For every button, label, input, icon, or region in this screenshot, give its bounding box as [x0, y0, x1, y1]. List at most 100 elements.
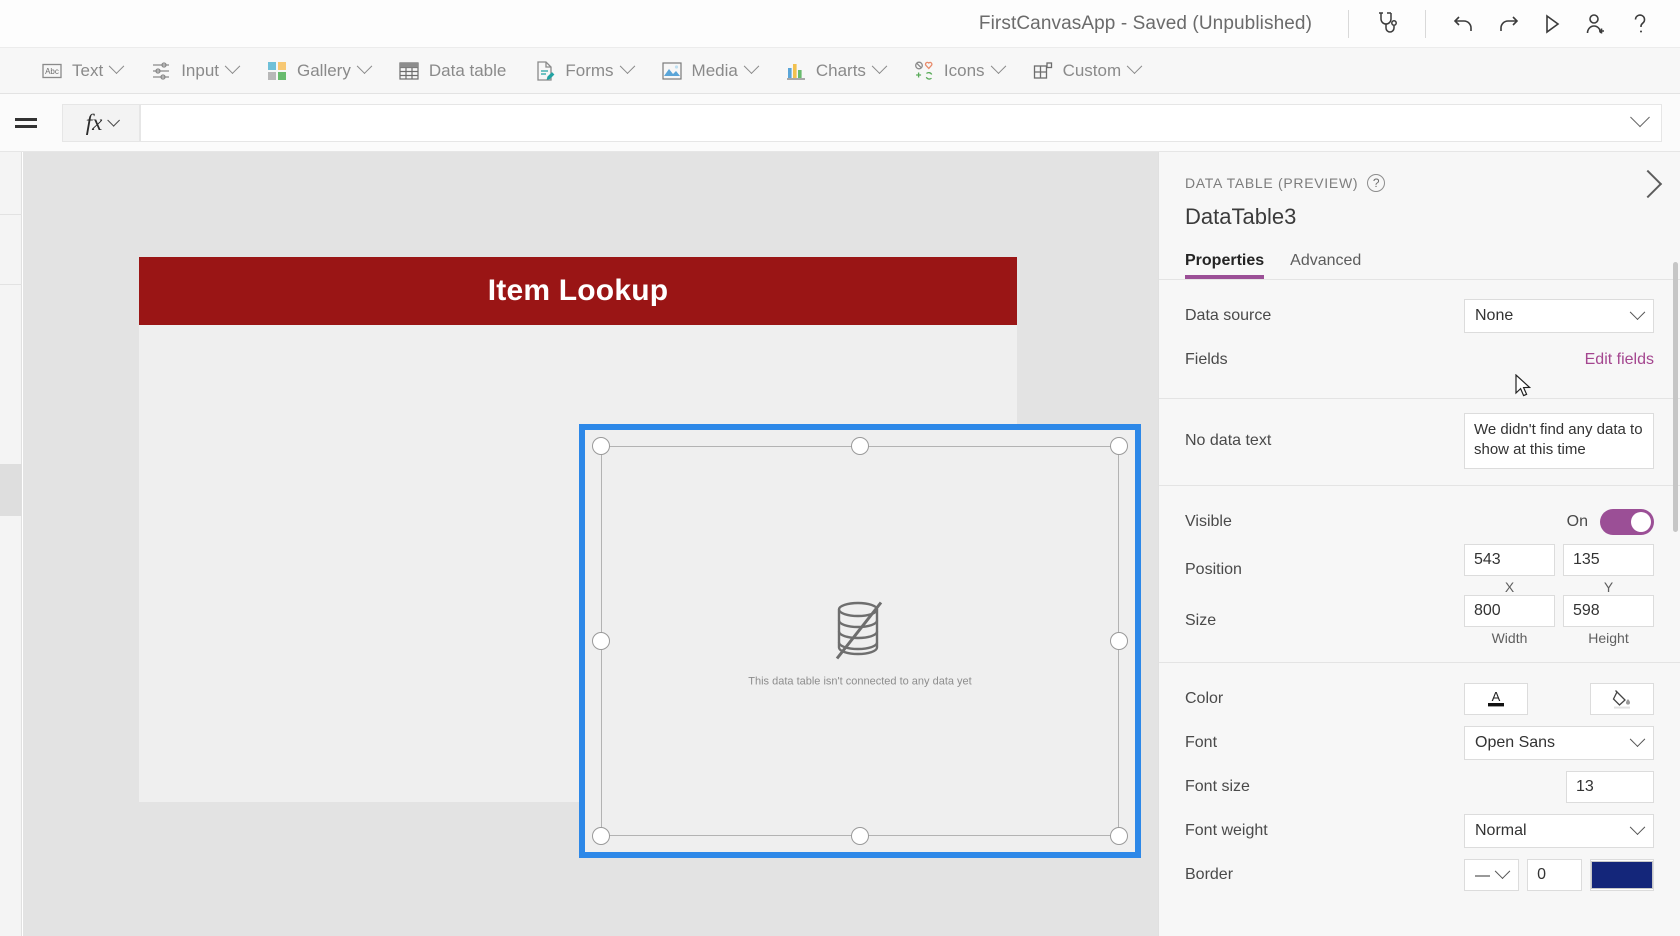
toolbar-item-forms[interactable]: Forms	[523, 52, 643, 90]
screen-header-banner[interactable]: Item Lookup	[139, 257, 1017, 325]
chevron-down-icon	[1629, 730, 1646, 747]
no-data-text-input[interactable]: We didn't find any data to show at this …	[1464, 413, 1654, 469]
position-y-input[interactable]: 135	[1563, 544, 1654, 576]
row-fields: Fields Edit fields	[1185, 338, 1654, 382]
position-x-input[interactable]: 543	[1464, 544, 1555, 576]
no-data-text-label: No data text	[1185, 432, 1272, 449]
help-question-icon[interactable]: ?	[1367, 174, 1386, 192]
border-style-select[interactable]: —	[1464, 859, 1520, 891]
visible-toggle[interactable]	[1600, 509, 1654, 535]
row-font-size: Font size 13	[1185, 765, 1654, 809]
border-color-button[interactable]	[1590, 859, 1654, 891]
tree-view-strip[interactable]	[0, 152, 22, 936]
insert-toolbar: Abc Text Input Gallery Data table Forms …	[0, 47, 1680, 94]
tab-properties[interactable]: Properties	[1185, 252, 1265, 279]
panel-header: DATA TABLE (PREVIEW) ? DataTable3	[1159, 152, 1680, 230]
mouse-cursor	[1515, 374, 1532, 397]
row-size: Size 800 598 Width Height	[1185, 595, 1654, 646]
redo-icon[interactable]	[1486, 4, 1530, 44]
tree-selected-item[interactable]	[0, 464, 22, 516]
edit-fields-link[interactable]: Edit fields	[1585, 351, 1654, 368]
resize-handle-w[interactable]	[592, 632, 610, 650]
fill-bucket-icon	[1612, 690, 1630, 709]
app-canvas[interactable]: Item Lookup This data table isn't connec…	[23, 152, 1158, 936]
app-screen[interactable]: Item Lookup This data table isn't connec…	[139, 257, 1141, 858]
input-sliders-icon	[150, 60, 172, 82]
datatable-selection-frame[interactable]: This data table isn't connected to any d…	[579, 424, 1141, 858]
tab-advanced[interactable]: Advanced	[1290, 252, 1361, 279]
size-height-sublabel: Height	[1588, 630, 1629, 646]
undo-icon[interactable]	[1442, 4, 1486, 44]
datatable-control[interactable]: This data table isn't connected to any d…	[601, 446, 1119, 836]
share-person-icon[interactable]	[1574, 4, 1618, 44]
font-label: Font	[1185, 734, 1218, 751]
chevron-down-icon	[1494, 862, 1511, 879]
preview-play-icon[interactable]	[1530, 4, 1574, 44]
data-source-label: Data source	[1185, 307, 1272, 324]
chevron-down-icon	[107, 114, 121, 127]
toolbar-item-charts[interactable]: Charts	[774, 52, 896, 90]
toolbar-item-gallery[interactable]: Gallery	[255, 52, 381, 90]
panel-kicker: DATA TABLE (PREVIEW) ?	[1185, 174, 1654, 192]
toolbar-item-data-table[interactable]: Data table	[387, 52, 518, 90]
fill-color-button[interactable]	[1590, 683, 1654, 715]
formula-input[interactable]	[140, 103, 1662, 142]
font-value: Open Sans	[1475, 734, 1556, 751]
size-label: Size	[1185, 611, 1217, 629]
toolbar-label: Data table	[428, 60, 507, 80]
divider	[1425, 9, 1426, 38]
toolbar-item-media[interactable]: Media	[650, 52, 768, 90]
row-color: Color A	[1185, 677, 1654, 721]
chevron-down-icon	[1126, 58, 1143, 75]
border-style-value: —	[1475, 866, 1490, 884]
panel-scrollbar[interactable]	[1673, 262, 1678, 532]
properties-panel: DATA TABLE (PREVIEW) ? DataTable3 Proper…	[1158, 152, 1680, 936]
size-height-input[interactable]: 598	[1563, 595, 1654, 627]
app-checker-icon[interactable]	[1365, 4, 1409, 44]
border-thickness-input[interactable]: 0	[1527, 859, 1582, 891]
formula-bar: fx	[0, 94, 1680, 152]
font-select[interactable]: Open Sans	[1464, 726, 1654, 760]
resize-handle-e[interactable]	[1110, 632, 1128, 650]
resize-handle-ne[interactable]	[1110, 437, 1128, 455]
fields-label: Fields	[1185, 351, 1228, 368]
panel-tabs: Properties Advanced	[1159, 252, 1680, 279]
row-data-source: Data source None	[1185, 294, 1654, 338]
chevron-down-icon	[743, 58, 760, 75]
resize-handle-s[interactable]	[851, 827, 869, 845]
toggle-knob	[1631, 512, 1651, 532]
custom-blocks-icon	[1032, 60, 1054, 82]
chevron-down-icon	[619, 58, 635, 75]
visible-label: Visible	[1185, 513, 1232, 530]
formula-function-button[interactable]: fx	[62, 103, 140, 142]
resize-handle-se[interactable]	[1110, 827, 1128, 845]
font-weight-value: Normal	[1475, 822, 1527, 839]
data-source-select[interactable]: None	[1464, 299, 1654, 333]
color-label: Color	[1185, 690, 1224, 707]
fx-label: fx	[85, 109, 103, 135]
chevron-down-icon	[224, 58, 241, 75]
help-question-icon[interactable]	[1618, 4, 1662, 44]
chevron-down-icon[interactable]	[1630, 106, 1650, 127]
border-label: Border	[1185, 866, 1234, 883]
row-font-weight: Font weight Normal	[1185, 809, 1654, 853]
text-color-button[interactable]: A	[1464, 683, 1528, 715]
toolbar-item-text[interactable]: Abc Text	[30, 52, 133, 90]
no-data-placeholder: This data table isn't connected to any d…	[602, 595, 1118, 688]
font-weight-label: Font weight	[1185, 822, 1268, 839]
font-weight-select[interactable]: Normal	[1464, 814, 1654, 848]
property-list-toggle[interactable]	[2, 103, 50, 143]
resize-handle-sw[interactable]	[592, 827, 610, 845]
toolbar-label: Forms	[565, 60, 614, 80]
toolbar-label: Gallery	[297, 60, 351, 80]
size-width-sublabel: Width	[1491, 630, 1528, 646]
position-x-sublabel: X	[1504, 579, 1515, 595]
toolbar-item-input[interactable]: Input	[139, 52, 249, 90]
resize-handle-nw[interactable]	[592, 437, 610, 455]
resize-handle-n[interactable]	[851, 437, 869, 455]
app-title: FirstCanvasApp - Saved (Unpublished)	[978, 12, 1312, 34]
font-size-input[interactable]: 13	[1566, 771, 1654, 803]
toolbar-item-icons[interactable]: Icons	[902, 52, 1015, 90]
toolbar-item-custom[interactable]: Custom	[1021, 52, 1152, 90]
size-width-input[interactable]: 800	[1464, 595, 1555, 627]
